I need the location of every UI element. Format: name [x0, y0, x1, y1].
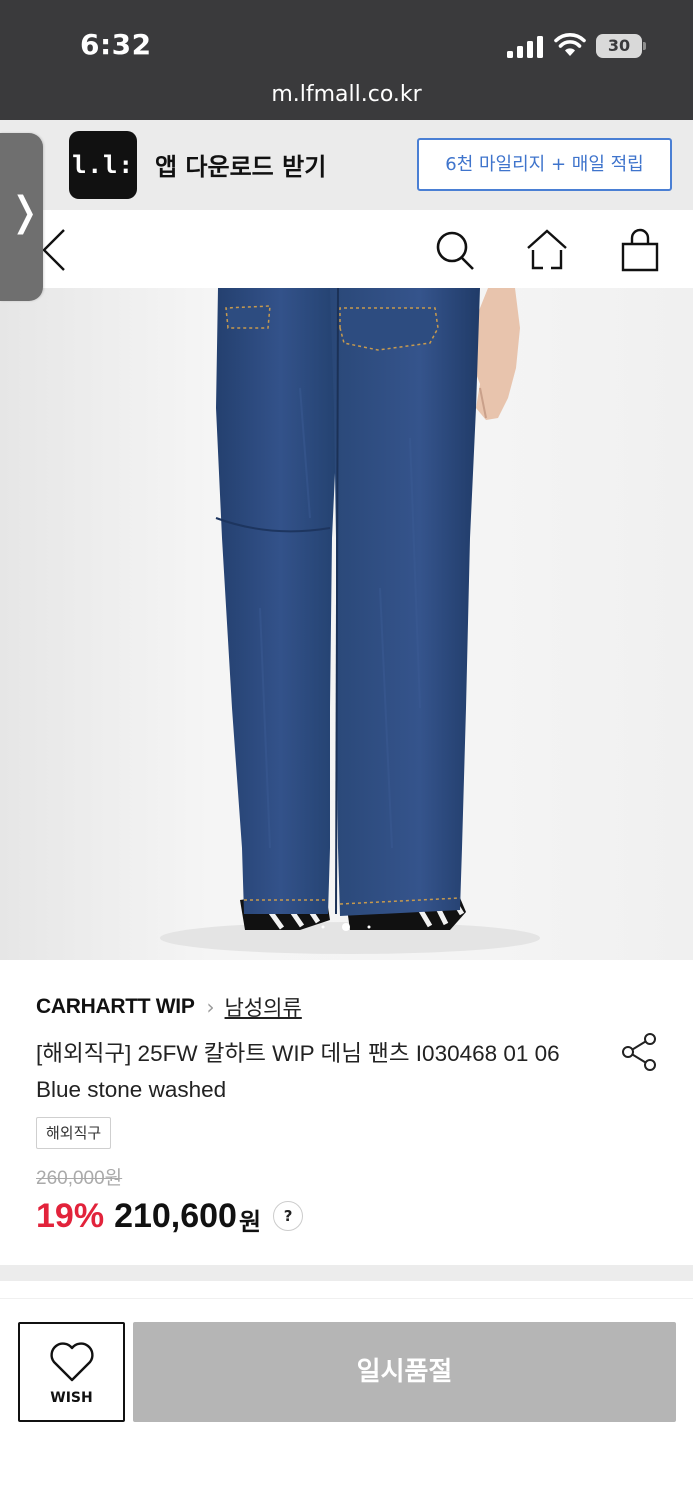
soldout-button[interactable]: 일시품절 — [133, 1322, 676, 1422]
breadcrumb: CARHARTT WIP › 남성의류 — [36, 992, 302, 1022]
heart-icon — [50, 1342, 94, 1382]
share-icon[interactable] — [618, 1030, 662, 1074]
mileage-button[interactable]: 6천 마일리지 + 매일 적립 — [417, 138, 672, 191]
signal-icon — [507, 36, 543, 58]
divider — [0, 1298, 693, 1299]
screen: 6:32 30 m.lfmall.co.kr l.l: 앱 다운로드 받기 6천… — [0, 0, 693, 1500]
side-drawer-tab[interactable]: ❭ — [0, 133, 43, 301]
status-bar: 6:32 30 m.lfmall.co.kr — [0, 0, 693, 120]
product-image[interactable] — [0, 288, 693, 960]
price-unit: 원 — [238, 1207, 262, 1236]
wish-button[interactable]: WISH — [18, 1322, 125, 1422]
original-price: 260,000원 — [36, 1168, 123, 1189]
brand-link[interactable]: CARHARTT WIP — [36, 995, 195, 1019]
price-help-icon[interactable]: ? — [273, 1201, 304, 1231]
shopping-bag-icon[interactable] — [618, 228, 662, 272]
product-photo — [160, 288, 540, 954]
overseas-badge: 해외직구 — [36, 1117, 112, 1149]
search-icon[interactable] — [433, 228, 477, 272]
chevron-right-icon: ❭ — [8, 189, 42, 235]
wifi-icon — [554, 33, 586, 56]
battery-icon: 30 — [596, 34, 646, 58]
product-info: CARHARTT WIP › 남성의류 [해외직구] 25FW 칼하트 WIP … — [0, 960, 693, 1265]
price-row: 19% 210,600 원 ? — [36, 1196, 304, 1236]
app-logo: l.l: — [69, 131, 137, 199]
category-link[interactable]: 남성의류 — [225, 992, 302, 1022]
banner-text: 앱 다운로드 받기 — [155, 153, 327, 181]
status-time: 6:32 — [80, 28, 152, 61]
url-bar[interactable]: m.lfmall.co.kr — [0, 82, 693, 107]
header — [0, 210, 693, 288]
section-divider — [0, 1265, 693, 1281]
product-title: [해외직구] 25FW 칼하트 WIP 데님 팬츠 I030468 01 06 … — [36, 1041, 560, 1102]
wish-label: WISH — [50, 1390, 93, 1406]
home-icon[interactable] — [525, 228, 569, 272]
chevron-right-icon: › — [206, 995, 215, 1019]
app-download-banner: l.l: 앱 다운로드 받기 6천 마일리지 + 매일 적립 — [0, 120, 693, 210]
discount-rate: 19% — [36, 1196, 105, 1235]
sale-price: 210,600 — [114, 1196, 237, 1235]
